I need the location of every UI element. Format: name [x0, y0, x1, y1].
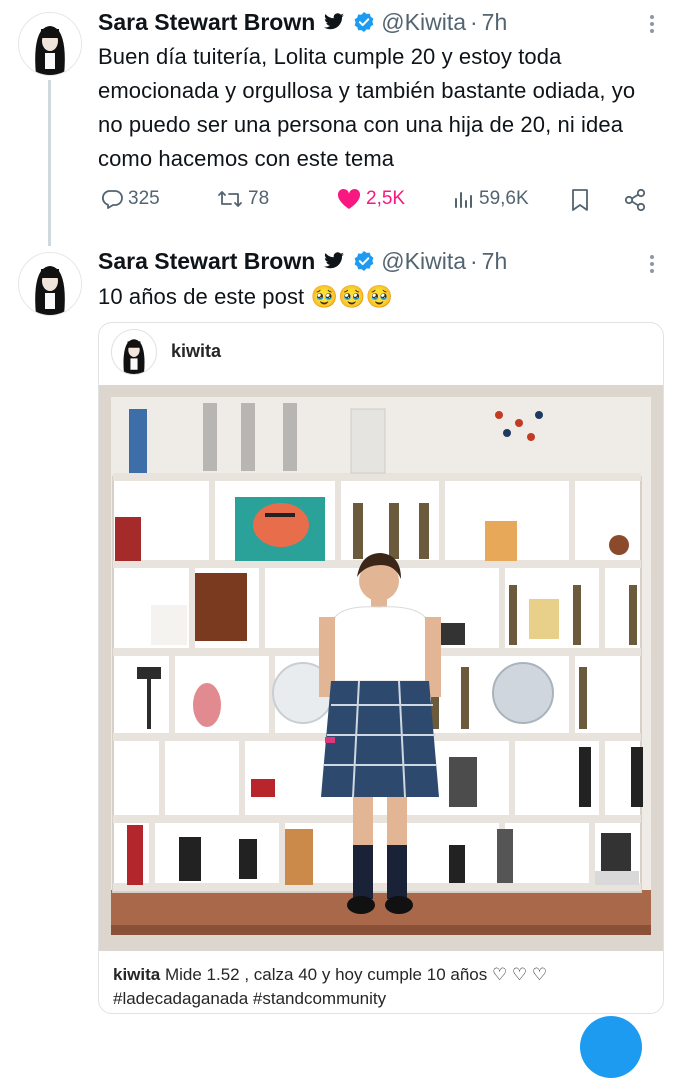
avatar[interactable] [18, 12, 82, 76]
author-name[interactable]: Sara Stewart Brown [98, 9, 315, 36]
action-bar: 325 78 2,5K 59,6K [98, 187, 658, 221]
embed-username[interactable]: kiwita [171, 341, 221, 362]
reply-button[interactable]: 325 [100, 187, 160, 211]
separator-dot: · [470, 8, 478, 35]
views-icon [455, 192, 472, 208]
tweet-header: Sara Stewart Brown @Kiwita · 7h [98, 246, 507, 276]
timestamp[interactable]: 7h [482, 9, 508, 36]
verified-badge-icon [353, 250, 375, 272]
avatar[interactable] [18, 252, 82, 316]
verified-badge-icon [353, 11, 375, 33]
embedded-post-card[interactable]: kiwita kiwita Mide 1.52 , calza 40 y hoy… [98, 322, 664, 1014]
author-name[interactable]: Sara Stewart Brown [98, 248, 315, 275]
more-icon[interactable] [650, 12, 656, 36]
like-count: 2,5K [366, 188, 406, 209]
bookmark-button[interactable] [568, 187, 596, 213]
floating-compose-button[interactable] [580, 1016, 642, 1078]
reply-icon [101, 190, 123, 209]
reply-count: 325 [128, 188, 160, 209]
caption-username[interactable]: kiwita [113, 965, 160, 984]
bird-icon [323, 252, 345, 270]
bird-icon [323, 13, 345, 31]
views-count: 59,6K [479, 188, 529, 209]
post-caption: kiwita Mide 1.52 , calza 40 y hoy cumple… [113, 963, 653, 1011]
bookmark-icon [572, 189, 588, 211]
embed-avatar[interactable] [111, 329, 157, 375]
like-button[interactable]: 2,5K [336, 187, 405, 211]
more-icon[interactable] [650, 252, 656, 276]
retweet-count: 78 [248, 188, 270, 209]
tweet-1[interactable]: Sara Stewart Brown @Kiwita · 7h Buen día… [0, 0, 682, 246]
share-button[interactable] [622, 187, 652, 213]
views-button[interactable]: 59,6K [451, 187, 529, 211]
thread-line [48, 80, 51, 246]
share-icon [624, 188, 646, 212]
post-photo[interactable] [99, 385, 663, 951]
tweet-text: Buen día tuitería, Lolita cumple 20 y es… [98, 44, 636, 171]
tweet-text: 10 años de este post 🥹🥹🥹 [98, 284, 393, 309]
caption-text: Mide 1.52 , calza 40 y hoy cumple 10 año… [164, 965, 548, 984]
retweet-icon [218, 191, 242, 207]
author-handle[interactable]: @Kiwita [381, 9, 466, 36]
tweet-header: Sara Stewart Brown @Kiwita · 7h [98, 6, 507, 38]
caption-hashtags[interactable]: #ladecadaganada #standcommunity [113, 989, 386, 1008]
author-handle[interactable]: @Kiwita [381, 248, 466, 275]
separator-dot: · [470, 247, 478, 274]
retweet-button[interactable]: 78 [216, 187, 269, 211]
heart-icon [337, 188, 361, 209]
timestamp[interactable]: 7h [482, 248, 508, 275]
